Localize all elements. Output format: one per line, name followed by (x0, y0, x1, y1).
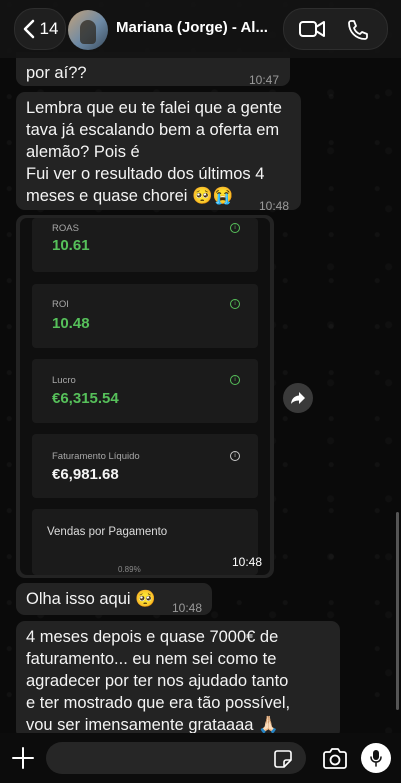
vendas-label: Vendas por Pagamento (47, 526, 168, 538)
metric-card-faturamento: Faturamento Líquido €6,981.68 i (32, 434, 258, 498)
sticker-icon[interactable] (274, 750, 292, 768)
info-icon: i (230, 375, 240, 385)
plus-icon[interactable] (10, 745, 36, 771)
message-text: Lembra que eu te falei que a gente tava … (26, 99, 282, 205)
metric-value: €6,315.54 (52, 390, 119, 407)
scrollbar[interactable] (396, 512, 399, 710)
message-input[interactable] (46, 742, 306, 774)
unread-count: 14 (39, 19, 59, 38)
message-bubble[interactable]: Olha isso aqui 🥺 10:48 (16, 583, 212, 615)
metric-value: 10.48 (52, 315, 90, 332)
message-time: 10:48 (259, 199, 290, 213)
metric-label: ROAS (52, 223, 79, 234)
vendas-percent: 0.89% (118, 565, 141, 574)
message-text: 4 meses depois e quase 7000€ de faturame… (26, 628, 291, 734)
share-forward-icon (291, 392, 305, 404)
avatar[interactable] (68, 10, 108, 50)
microphone-icon (370, 750, 382, 767)
message-text: Olha isso aqui 🥺 (26, 590, 156, 608)
vendas-card: Vendas por Pagamento 0.89% (32, 509, 258, 575)
metric-label: ROI (52, 299, 69, 310)
message-bubble[interactable]: 4 meses depois e quase 7000€ de faturame… (16, 621, 340, 739)
camera-icon[interactable] (322, 748, 348, 770)
metric-card-lucro: Lucro €6,315.54 i (32, 359, 258, 423)
metric-card-roi: ROI 10.48 i (32, 284, 258, 348)
info-icon: i (230, 223, 240, 233)
metric-label: Lucro (52, 375, 76, 386)
message-bubble[interactable]: Lembra que eu te falei que a gente tava … (16, 92, 301, 213)
message-time: 10:48 (232, 555, 263, 569)
contact-name[interactable]: Mariana (Jorge) - Al... (116, 19, 276, 36)
dashboard-screenshot: ROAS 10.61 i ROI 10.48 i Lucro €6,315.54… (20, 218, 270, 575)
mic-button[interactable] (361, 743, 391, 773)
image-message[interactable]: ROAS 10.61 i ROI 10.48 i Lucro €6,315.54… (16, 215, 274, 578)
phone-icon[interactable] (346, 18, 370, 42)
message-time: 10:47 (249, 73, 280, 87)
info-icon: i (230, 451, 240, 461)
video-call-icon[interactable] (298, 18, 326, 40)
chevron-left-icon (23, 19, 34, 39)
back-button[interactable]: 14 (14, 8, 66, 50)
call-actions (283, 8, 388, 50)
info-icon: i (230, 299, 240, 309)
chat-header: 14 Mariana (Jorge) - Al... (0, 0, 401, 58)
share-button[interactable] (283, 383, 313, 413)
message-text: por aí?? (26, 64, 87, 82)
input-bar (0, 733, 401, 783)
metric-card-roas: ROAS 10.61 i (32, 218, 258, 272)
metric-value: 10.61 (52, 237, 90, 254)
metric-label: Faturamento Líquido (52, 451, 140, 462)
metric-value: €6,981.68 (52, 466, 119, 483)
message-time: 10:48 (172, 601, 203, 615)
